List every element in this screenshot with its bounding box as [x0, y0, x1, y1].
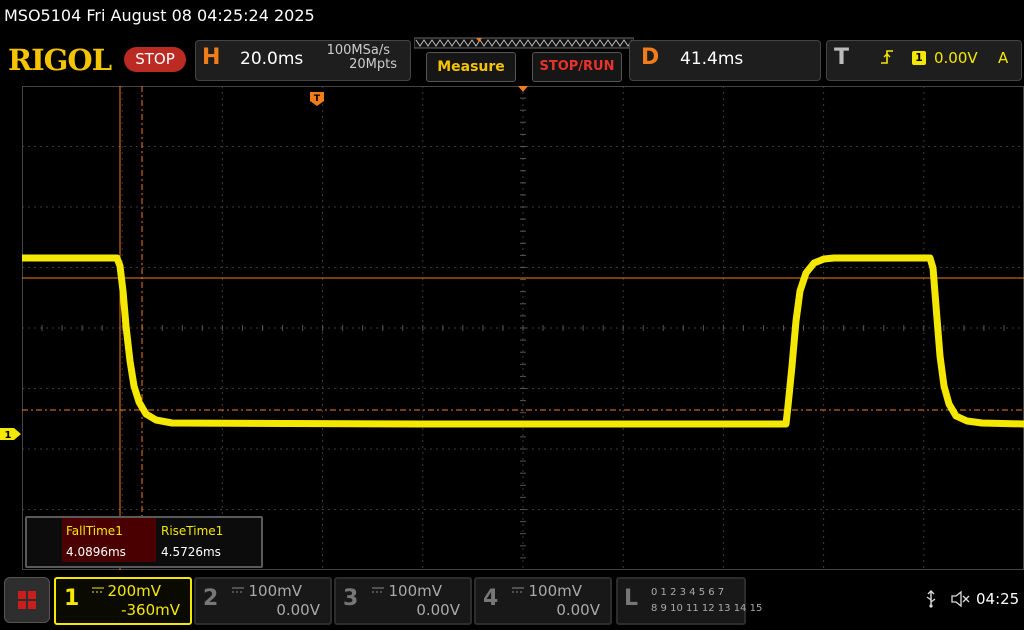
timebase-value: 20.0ms [240, 49, 304, 69]
svg-text:1: 1 [5, 430, 12, 441]
rigol-logo: RIGOL [8, 43, 112, 77]
rise-time-value: 4.5726ms [161, 545, 221, 559]
run-state-badge[interactable]: STOP [124, 47, 186, 72]
trigger-level: 0.00V [934, 49, 978, 67]
trigger-position-marker[interactable]: T [309, 91, 325, 107]
channel-3-offset: 0.00V [416, 601, 460, 619]
waveform-display[interactable] [22, 86, 1024, 570]
grid-menu-icon [18, 591, 36, 609]
fall-time-value: 4.0896ms [66, 545, 126, 559]
trigger-letter: T [834, 45, 850, 70]
ch1-offset-marker[interactable]: 1 [0, 427, 22, 441]
logic-letter: L [624, 586, 639, 611]
stop-run-button[interactable]: STOP/RUN [532, 52, 622, 82]
logic-channels-row-1: 0 1 2 3 4 5 6 7 [651, 587, 725, 598]
window-title: MSO5104 Fri August 08 04:25:24 2025 [4, 6, 315, 25]
channel-3-scale: 100mV [388, 582, 442, 600]
usb-icon [926, 590, 936, 608]
sample-rate: 100MSa/s [326, 43, 390, 58]
delay-letter: D [641, 45, 660, 70]
svg-text:T: T [314, 94, 321, 104]
measure-button[interactable]: Measure [426, 52, 516, 82]
channel-2-scale: 100mV [248, 582, 302, 600]
channel-4-offset: 0.00V [556, 601, 600, 619]
main-menu-button[interactable] [4, 577, 50, 623]
trigger-mode: A [998, 49, 1009, 67]
channel-4-scale: 100mV [528, 582, 582, 600]
fall-time-label: FallTime1 [66, 524, 123, 538]
horizontal-letter: H [202, 45, 221, 70]
speaker-muted-icon[interactable] [950, 590, 970, 608]
channel-1-scale: 200mV [107, 582, 161, 600]
status-clock: 04:25 [976, 590, 1020, 608]
rise-time-label: RiseTime1 [161, 524, 224, 538]
memory-depth: 20Mpts [349, 57, 397, 72]
trigger-source-badge: 1 [912, 51, 926, 65]
rising-edge-icon [881, 50, 893, 64]
channel-2-offset: 0.00V [276, 601, 320, 619]
logic-channels-row-2: 8 9 10 11 12 13 14 15 [651, 603, 763, 614]
channel-1-offset: -360mV [121, 601, 180, 619]
memory-overview-strip[interactable] [414, 37, 634, 50]
delay-value: 41.4ms [680, 49, 744, 69]
